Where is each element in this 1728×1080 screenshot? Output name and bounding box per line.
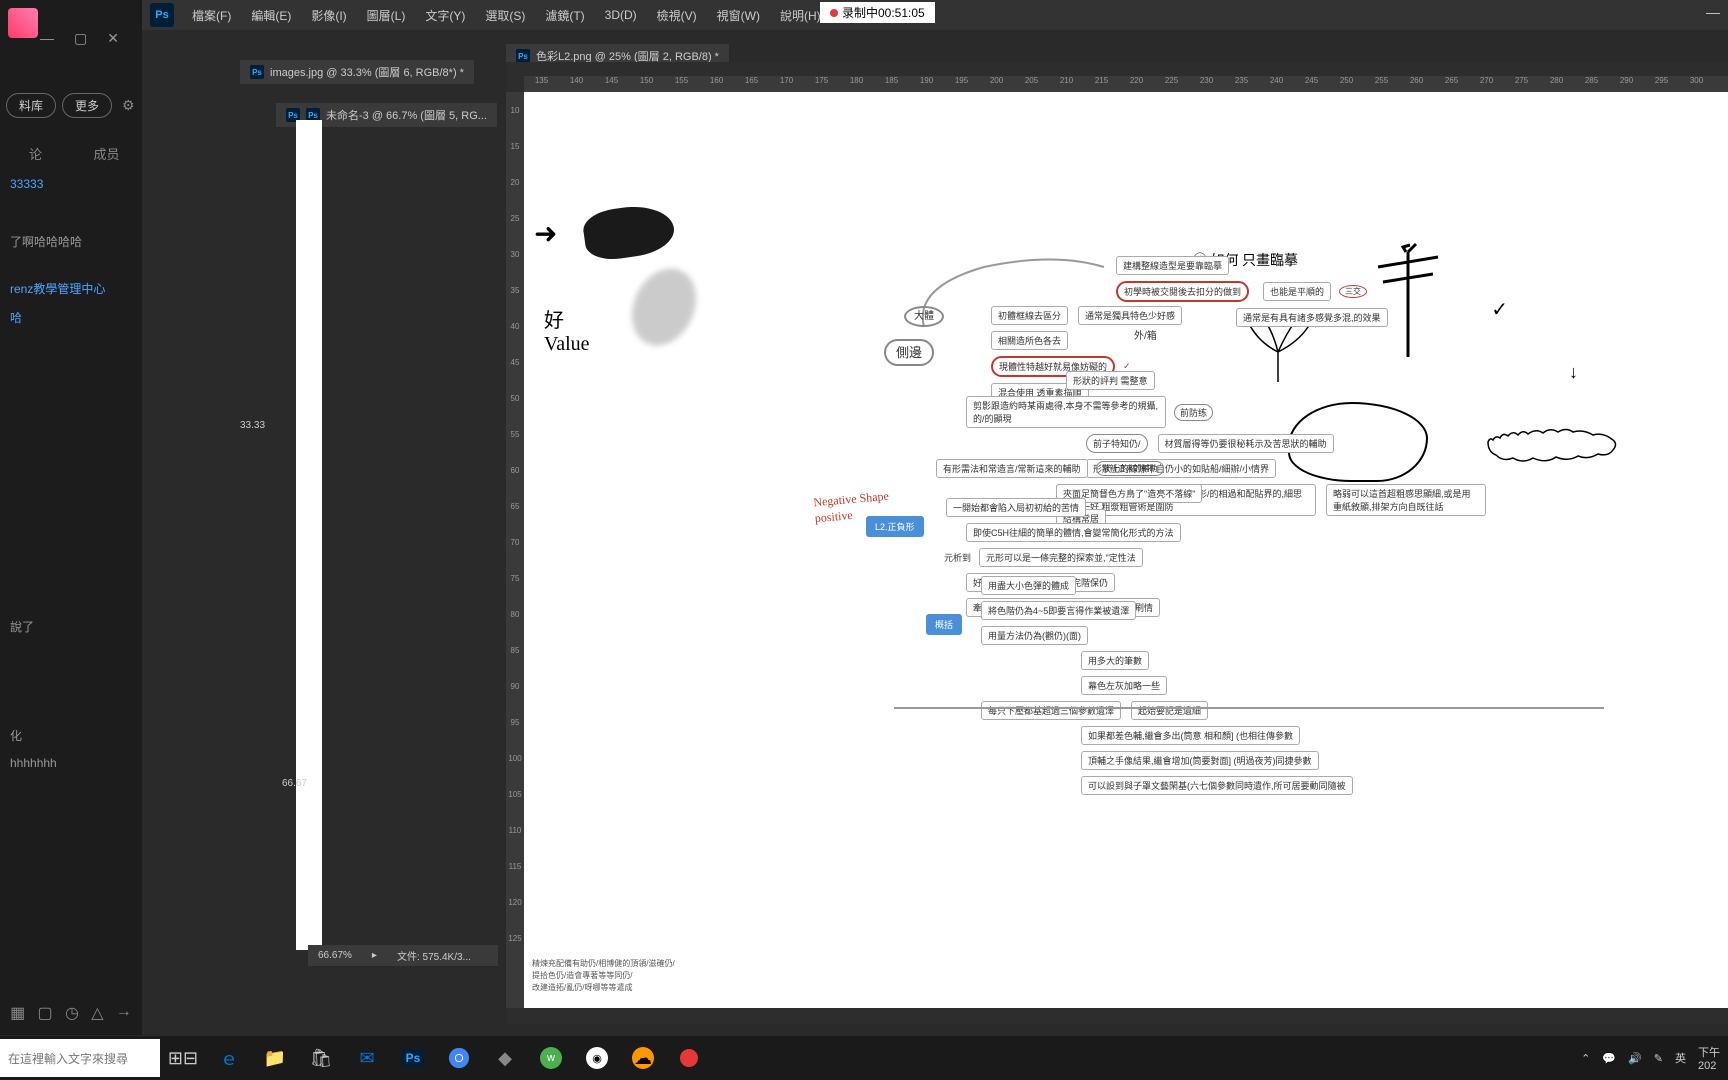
library-button[interactable]: 料库: [6, 93, 56, 118]
tray-time[interactable]: 下午202: [1698, 1044, 1720, 1072]
menu-image[interactable]: 影像(I): [301, 1, 356, 30]
chat-item[interactable]: 化: [0, 721, 142, 750]
menu-select[interactable]: 選取(S): [475, 1, 535, 30]
tray-volume-icon[interactable]: 🔊: [1628, 1052, 1642, 1065]
bell-icon[interactable]: △: [91, 1003, 103, 1023]
chat-item[interactable]: 了啊哈哈哈哈: [0, 227, 142, 256]
sidebar-chat-app: — ▢ ✕ 料库 更多 ⚙ 论 成员 33333 了啊哈哈哈哈 renz教學管理…: [0, 0, 142, 1035]
mail-icon[interactable]: ✉: [344, 1036, 390, 1080]
ps-file-icon: Ps: [250, 65, 264, 79]
menu-window[interactable]: 視窗(W): [707, 1, 770, 30]
ps-minimize-icon[interactable]: —: [1706, 4, 1720, 20]
task-view-icon[interactable]: ⊞⊟: [160, 1036, 206, 1080]
search-placeholder: 在這裡輸入文字來搜尋: [8, 1050, 128, 1067]
tray-lang[interactable]: 英: [1675, 1050, 1686, 1066]
app-icon-3[interactable]: ◉: [574, 1036, 620, 1080]
cloud-sketch-2: [1478, 402, 1628, 472]
system-tray: ⌃ 💬 🔊 ✎ 英 下午202: [1581, 1044, 1720, 1072]
photoshop-logo-icon[interactable]: Ps: [150, 3, 174, 27]
menu-file[interactable]: 檔案(F): [182, 1, 241, 30]
tab-discuss[interactable]: 论: [0, 136, 71, 171]
chat-item[interactable]: renz教學管理中心: [0, 274, 142, 303]
minimize-icon[interactable]: —: [40, 30, 54, 47]
blue-node-summary: 概括: [926, 614, 962, 635]
zoom-value[interactable]: 66.67%: [318, 950, 352, 961]
store-icon[interactable]: 🛍: [298, 1036, 344, 1080]
chat-item[interactable]: 說了: [0, 612, 142, 641]
blue-node-l2: L2.正負形: [866, 516, 924, 537]
app-icon-4[interactable]: ☁: [620, 1036, 666, 1080]
more-button[interactable]: 更多: [62, 93, 112, 118]
tab-title: images.jpg @ 33.3% (圖層 6, RGB/8*) *: [270, 64, 464, 80]
app-icon-2[interactable]: w: [528, 1036, 574, 1080]
menu-3d[interactable]: 3D(D): [595, 2, 647, 28]
checkmark-icon: ✓: [1491, 297, 1508, 322]
vertical-ruler[interactable]: 1015202530354045505560657075808590951001…: [506, 92, 524, 1008]
tray-pen-icon[interactable]: ✎: [1654, 1052, 1663, 1065]
status-icon[interactable]: ▸: [372, 950, 377, 961]
app-logo-icon[interactable]: [8, 8, 38, 38]
brush-stroke-black: [581, 201, 677, 263]
close-icon[interactable]: ✕: [107, 30, 119, 47]
horizontal-ruler[interactable]: 1351401451501551601651701751801851901952…: [524, 76, 1728, 92]
record-button-icon[interactable]: [666, 1036, 712, 1080]
main-canvas-area: 1351401451501551601651701751801851901952…: [506, 62, 1728, 1024]
arrow-sketch-icon: ➜: [534, 217, 557, 250]
menu-text[interactable]: 文字(Y): [415, 1, 475, 30]
clock-icon[interactable]: ◷: [65, 1003, 79, 1023]
square-icon[interactable]: ▢: [38, 1003, 53, 1023]
grid-icon[interactable]: ▦: [10, 1003, 25, 1023]
canvas-document[interactable]: ➜ 好Value Negative Shapepositive ① 如何 只畫臨…: [524, 92, 1728, 1008]
recording-indicator: 录制中00:51:05: [820, 2, 935, 23]
ps-file-icon: Ps: [516, 49, 530, 63]
chat-item[interactable]: 哈: [0, 303, 142, 332]
chat-item[interactable]: 33333: [0, 171, 142, 197]
recording-time: 录制中00:51:05: [842, 4, 925, 21]
menu-filter[interactable]: 濾鏡(T): [535, 1, 594, 30]
gear-icon[interactable]: ⚙: [122, 97, 135, 114]
explorer-icon[interactable]: 📁: [252, 1036, 298, 1080]
tab-title: 未命名-3 @ 66.7% (圖層 5, RG...: [326, 107, 487, 123]
taskbar-search[interactable]: 在這裡輸入文字來搜尋: [0, 1039, 160, 1077]
menu-view[interactable]: 檢視(V): [647, 1, 707, 30]
edge-icon[interactable]: ｅ: [206, 1036, 252, 1080]
tab-members[interactable]: 成员: [71, 136, 142, 171]
tray-chevron-icon[interactable]: ⌃: [1581, 1052, 1590, 1065]
record-dot-icon: [830, 9, 838, 17]
brush-stroke-gray: [620, 258, 708, 356]
arrow-icon[interactable]: →: [116, 1003, 132, 1023]
file-size: 文件: 575.4K/3...: [397, 948, 471, 963]
document-strip: [296, 120, 322, 950]
zoom-label-2: 66.67: [282, 778, 307, 789]
bottom-notes-text: 精煉充配備有助仍/相博健的頂領/滋確仍/ 提拾色仍/造會專著等等同仍/ 改建造拓…: [532, 958, 675, 994]
photoshop-menubar: Ps 檔案(F) 編輯(E) 影像(I) 圖層(L) 文字(Y) 選取(S) 濾…: [142, 0, 1728, 30]
tray-chat-icon[interactable]: 💬: [1602, 1052, 1616, 1065]
menu-edit[interactable]: 編輯(E): [241, 1, 301, 30]
status-bar-secondary: 66.67% ▸ 文件: 575.4K/3...: [308, 945, 498, 966]
app-icon-1[interactable]: ◆: [482, 1036, 528, 1080]
arrow-down-icon: ↓: [1569, 362, 1578, 383]
windows-taskbar: 在這裡輸入文字來搜尋 ⊞⊟ ｅ 📁 🛍 ✉ Ps ◆ w ◉ ☁ ⌃ 💬 🔊 ✎…: [0, 1036, 1728, 1080]
chat-item[interactable]: hhhhhhh: [0, 750, 142, 776]
value-text: 好Value: [544, 304, 590, 356]
window-controls-secondary: — ▢ ✕: [40, 30, 119, 47]
photoshop-taskbar-icon[interactable]: Ps: [390, 1036, 436, 1080]
menu-layer[interactable]: 圖層(L): [357, 1, 416, 30]
mindmap-center-node: 側邊: [884, 339, 934, 366]
document-tab-1[interactable]: Ps images.jpg @ 33.3% (圖層 6, RGB/8*) *: [240, 60, 474, 84]
chrome-icon[interactable]: [436, 1036, 482, 1080]
zoom-label-1: 33.33: [240, 420, 265, 431]
maximize-icon[interactable]: ▢: [74, 30, 87, 47]
